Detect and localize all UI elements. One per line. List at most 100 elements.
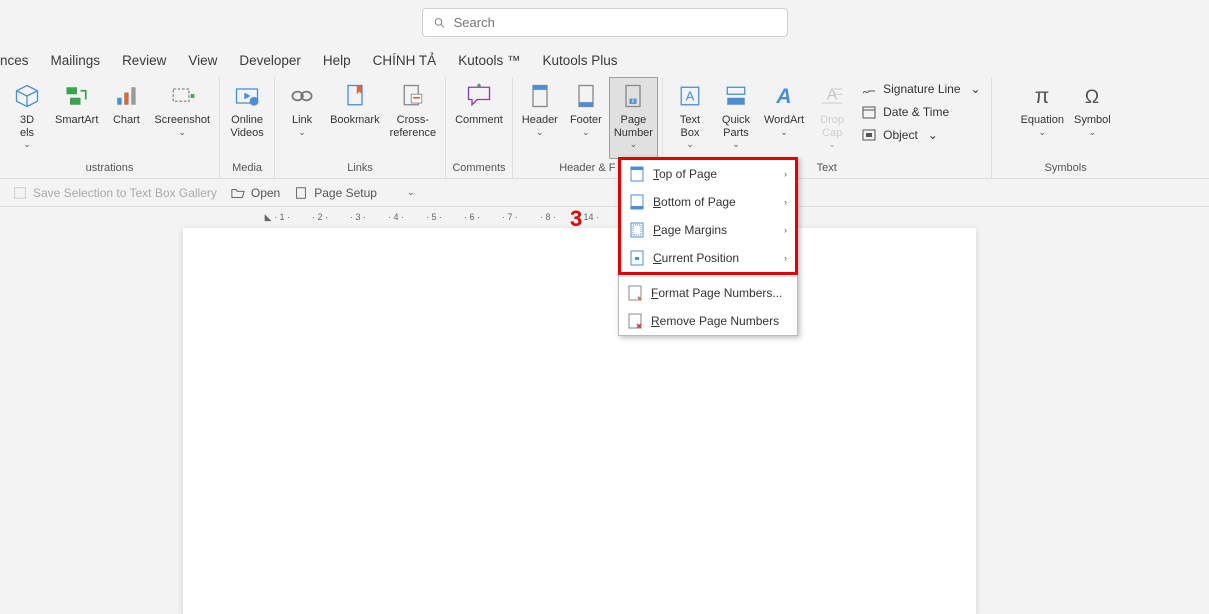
label: Online Videos (230, 114, 263, 139)
label: Signature Line (883, 82, 960, 96)
comment-icon (463, 80, 495, 112)
chevron-down-icon: ⌄ (630, 139, 638, 150)
page-number-dropdown: Top of Page › Bottom of Page › Page Marg… (618, 157, 798, 336)
group-label: ustrations (4, 159, 215, 178)
quick-parts-icon (720, 80, 752, 112)
label: Footer (570, 114, 602, 127)
chevron-down-icon: ⌄ (732, 139, 740, 150)
chevron-down-icon: ⌄ (23, 139, 31, 150)
menu-top-of-page[interactable]: Top of Page › (621, 160, 795, 188)
cmd-3d-models[interactable]: 3D els ⌄ (4, 77, 50, 159)
chevron-down-icon: ⌄ (828, 139, 836, 150)
chevron-down-icon: ⌄ (780, 127, 788, 138)
label: Symbol (1074, 114, 1111, 127)
chevron-down-icon: ⌄ (298, 127, 306, 138)
menu-remove-page-numbers[interactable]: Remove Page Numbers (619, 307, 797, 335)
group-comments: Comment Comments (446, 77, 513, 178)
tab-references[interactable]: nces (0, 53, 29, 68)
tab-chinh-ta[interactable]: CHÍNH TẢ (373, 53, 437, 68)
search-box[interactable] (422, 8, 788, 37)
cmd-page-setup[interactable]: Page Setup ⌄ (294, 186, 414, 200)
cmd-signature-line[interactable]: Signature Line ⌄ (859, 79, 982, 99)
label: Date & Time (883, 105, 949, 119)
save-icon (13, 186, 27, 200)
cmd-online-videos[interactable]: Online Videos (224, 77, 270, 159)
page-top-icon (629, 166, 645, 182)
cmd-equation[interactable]: π Equation ⌄ (1016, 77, 1069, 159)
label: Open (251, 186, 280, 200)
chevron-down-icon: ⌄ (971, 82, 981, 96)
cmd-open[interactable]: Open (231, 186, 280, 200)
svg-text:A: A (686, 88, 695, 103)
page-margins-icon (629, 222, 645, 238)
cmd-date-time[interactable]: Date & Time (859, 102, 982, 122)
group-label: Media (224, 159, 270, 178)
label: Text Box (680, 114, 700, 139)
group-symbols: π Equation ⌄ Ω Symbol ⌄ Symbols (1012, 77, 1120, 178)
cmd-text-box[interactable]: A Text Box ⌄ (667, 77, 713, 159)
object-icon (861, 127, 877, 143)
label: Page Setup (314, 186, 377, 200)
cmd-cross-reference[interactable]: Cross- reference (385, 77, 441, 159)
omega-icon: Ω (1076, 80, 1108, 112)
tab-help[interactable]: Help (323, 53, 351, 68)
cmd-object[interactable]: Object ⌄ (859, 125, 982, 145)
menu-current-position[interactable]: Current Position › (621, 244, 795, 272)
cmd-quick-parts[interactable]: Quick Parts ⌄ (713, 77, 759, 159)
tab-developer[interactable]: Developer (239, 53, 301, 68)
label: Equation (1021, 114, 1064, 127)
chevron-right-icon: › (784, 169, 787, 179)
signature-icon (861, 81, 877, 97)
cross-ref-icon (397, 80, 429, 112)
cmd-smartart[interactable]: SmartArt (50, 77, 103, 159)
ribbon-tabs: nces Mailings Review View Developer Help… (0, 45, 1209, 75)
label: Comment (455, 114, 503, 127)
menu-format-page-numbers[interactable]: Format Page Numbers... (619, 279, 797, 307)
chevron-down-icon: ⌄ (928, 128, 938, 142)
cmd-screenshot[interactable]: Screenshot ⌄ (149, 77, 215, 159)
cmd-drop-cap[interactable]: A Drop Cap ⌄ (809, 77, 855, 159)
chevron-down-icon: ⌄ (178, 127, 186, 138)
chevron-down-icon: ⌄ (686, 139, 694, 150)
ribbon: 3D els ⌄ SmartArt Chart Screenshot ⌄ ust… (0, 75, 1209, 179)
header-icon (524, 80, 556, 112)
cmd-chart[interactable]: Chart (103, 77, 149, 159)
chevron-down-icon: ⌄ (536, 127, 544, 138)
chart-icon (110, 80, 142, 112)
tab-review[interactable]: Review (122, 53, 166, 68)
text-box-icon: A (674, 80, 706, 112)
label: Header (522, 114, 558, 127)
chevron-right-icon: › (784, 197, 787, 207)
cmd-bookmark[interactable]: Bookmark (325, 77, 385, 159)
label: Chart (113, 114, 140, 127)
search-icon (433, 16, 446, 30)
cmd-comment[interactable]: Comment (450, 77, 508, 159)
chevron-down-icon: ⌄ (1039, 127, 1047, 138)
menu-page-margins[interactable]: Page Margins › (621, 216, 795, 244)
cmd-footer[interactable]: Footer ⌄ (563, 77, 609, 159)
group-media: Online Videos Media (220, 77, 275, 178)
tab-view[interactable]: View (188, 53, 217, 68)
cmd-header[interactable]: Header ⌄ (517, 77, 563, 159)
tab-kutools-plus[interactable]: Kutools Plus (542, 53, 617, 68)
search-input[interactable] (454, 15, 777, 30)
menu-separator (619, 276, 797, 277)
wordart-icon: A (768, 80, 800, 112)
pi-icon: π (1026, 80, 1058, 112)
horizontal-ruler[interactable]: ◣ · 1 ·· 2 ·· 3 ·· 4 ·· 5 ·· 6 ·· 7 ·· 8… (0, 207, 1209, 227)
cmd-link[interactable]: Link ⌄ (279, 77, 325, 159)
label: Page Number (614, 114, 653, 139)
menu-bottom-of-page[interactable]: Bottom of Page › (621, 188, 795, 216)
format-icon (627, 285, 643, 301)
page-number-icon: # (617, 80, 649, 112)
cmd-wordart[interactable]: A WordArt ⌄ (759, 77, 809, 159)
label: Cross- reference (390, 114, 436, 139)
annotation-number: 3 (570, 206, 582, 232)
cmd-symbol[interactable]: Ω Symbol ⌄ (1069, 77, 1116, 159)
tab-mailings[interactable]: Mailings (51, 53, 101, 68)
document-page[interactable] (183, 228, 976, 614)
bookmark-icon (339, 80, 371, 112)
cmd-save-selection: Save Selection to Text Box Gallery (13, 186, 217, 200)
cmd-page-number[interactable]: # Page Number ⌄ (609, 77, 658, 159)
tab-kutools[interactable]: Kutools ™ (458, 53, 520, 68)
